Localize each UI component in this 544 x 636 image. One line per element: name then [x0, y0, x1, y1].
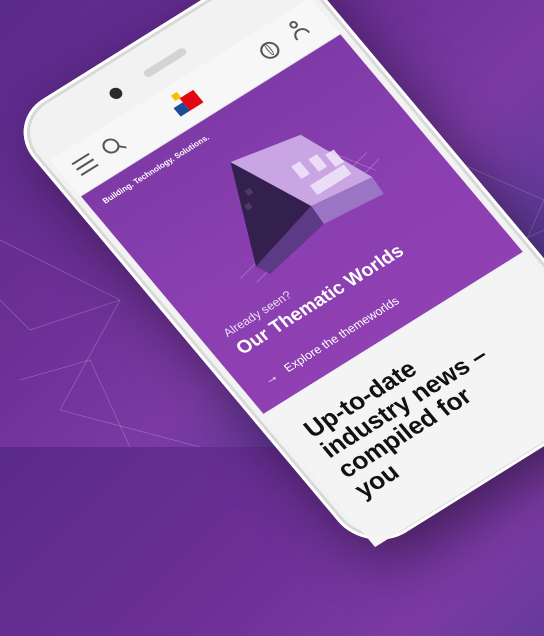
speaker-grille	[142, 46, 189, 79]
phone-mockup: Building. Technology. Solutions. Already…	[0, 0, 544, 605]
globe-icon[interactable]	[256, 38, 284, 63]
arrow-right-icon: →	[259, 367, 282, 388]
menu-icon[interactable]	[71, 153, 99, 176]
user-icon[interactable]	[284, 17, 311, 41]
phone-body: Building. Technology. Solutions. Already…	[3, 0, 544, 557]
logo[interactable]	[162, 81, 210, 122]
search-icon[interactable]	[98, 135, 123, 157]
phone-screen: Building. Technology. Solutions. Already…	[50, 0, 544, 547]
camera-icon	[106, 85, 125, 102]
